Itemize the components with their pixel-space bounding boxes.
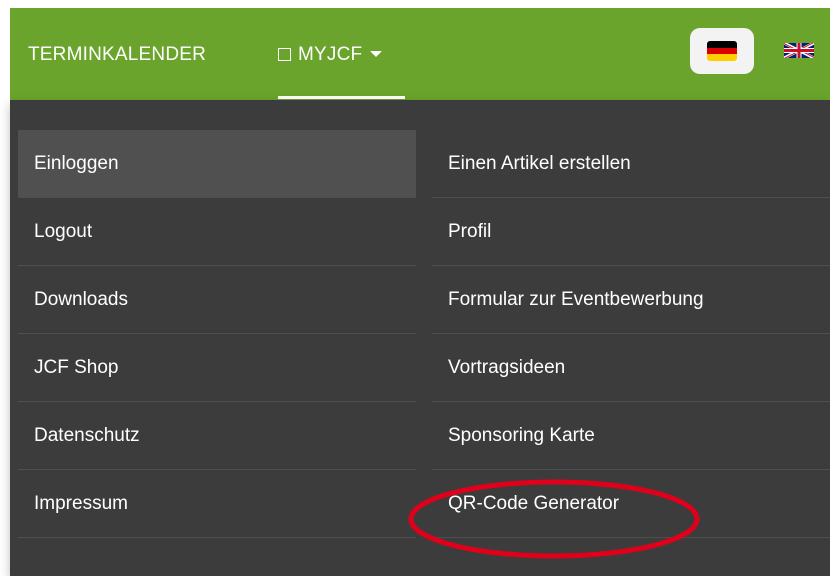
- menu-item-artikel-erstellen[interactable]: Einen Artikel erstellen: [432, 130, 830, 198]
- square-icon: [278, 48, 291, 61]
- dropdown-right-column: Einen Artikel erstellen Profil Formular …: [432, 130, 830, 538]
- menu-item-jcf-shop[interactable]: JCF Shop: [18, 334, 416, 402]
- nav-myjcf-dropdown-toggle[interactable]: MYJCF: [278, 40, 383, 70]
- menu-item-qr-code-generator[interactable]: QR-Code Generator: [432, 470, 830, 538]
- menu-item-vortragsideen[interactable]: Vortragsideen: [432, 334, 830, 402]
- menu-item-eventbewerbung[interactable]: Formular zur Eventbewerbung: [432, 266, 830, 334]
- nav-terminkalender[interactable]: TERMINKALENDER: [28, 40, 206, 70]
- dropdown-left-column: Einloggen Logout Downloads JCF Shop Date…: [18, 130, 416, 538]
- menu-item-downloads[interactable]: Downloads: [18, 266, 416, 334]
- myjcf-dropdown-menu: Einloggen Logout Downloads JCF Shop Date…: [10, 100, 830, 576]
- menu-item-logout[interactable]: Logout: [18, 198, 416, 266]
- menu-item-sponsoring-karte[interactable]: Sponsoring Karte: [432, 402, 830, 470]
- top-navigation-bar: TERMINKALENDER MYJCF: [10, 8, 830, 100]
- flag-uk-icon[interactable]: [784, 41, 814, 60]
- menu-item-profil[interactable]: Profil: [432, 198, 830, 266]
- menu-item-impressum[interactable]: Impressum: [18, 470, 416, 538]
- language-de-button[interactable]: [690, 28, 754, 74]
- flag-de-icon: [707, 41, 737, 61]
- menu-item-datenschutz[interactable]: Datenschutz: [18, 402, 416, 470]
- nav-myjcf-label: MYJCF: [298, 44, 363, 65]
- active-nav-underline: [278, 96, 405, 99]
- menu-item-einloggen[interactable]: Einloggen: [18, 130, 416, 198]
- caret-down-icon: [370, 51, 383, 57]
